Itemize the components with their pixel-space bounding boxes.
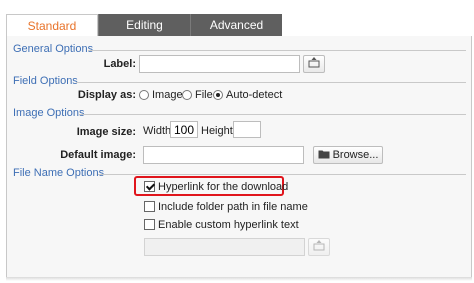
section-divider [79,114,466,115]
section-image-options: Image Options [13,107,85,119]
insert-field-button-disabled[interactable] [308,238,330,256]
checkbox-custom-hyperlink-text[interactable] [144,219,155,230]
radio-image[interactable] [139,90,149,100]
tab-advanced[interactable]: Advanced [190,14,282,36]
checkbox-hyperlink-download-label: Hyperlink for the download [158,181,289,193]
label-input[interactable] [139,55,300,73]
checkbox-include-folder-path[interactable] [144,201,155,212]
browse-button-label: Browse... [332,149,379,161]
display-as-caption: Display as: [77,89,136,101]
custom-hyperlink-text-input[interactable] [144,238,305,256]
folder-icon [318,149,330,162]
height-label: Height: [201,125,236,137]
radio-file-label: File [195,89,213,101]
radio-file[interactable] [182,90,192,100]
default-image-caption: Default image: [60,149,136,161]
tab-bar: Standard Editing Advanced [6,14,472,36]
tab-standard[interactable]: Standard [6,14,98,36]
panel-shadow [6,277,472,281]
height-input[interactable] [233,121,261,138]
radio-auto-detect-label: Auto-detect [226,89,283,101]
checkbox-custom-hyperlink-text-label: Enable custom hyperlink text [158,219,299,231]
image-size-caption: Image size: [76,126,136,138]
browse-button[interactable]: Browse... [313,146,383,164]
section-field-options: Field Options [13,75,78,87]
default-image-input[interactable] [143,146,304,164]
insert-field-button[interactable] [303,55,325,73]
tab-editing[interactable]: Editing [98,14,190,36]
checkbox-hyperlink-download[interactable] [144,181,155,192]
insert-field-icon [313,240,325,254]
section-file-name-options: File Name Options [13,167,105,179]
checkbox-include-folder-path-label: Include folder path in file name [158,201,308,213]
label-caption: Label: [103,58,136,70]
radio-auto-detect[interactable] [213,90,223,100]
section-divider [88,50,466,51]
tab-strip-fill [282,14,472,36]
width-input[interactable] [170,121,198,138]
section-general-options: General Options [13,43,94,55]
section-divider [76,82,466,83]
section-divider [98,174,466,175]
radio-image-label: Image [152,89,183,101]
insert-field-icon [308,57,320,71]
